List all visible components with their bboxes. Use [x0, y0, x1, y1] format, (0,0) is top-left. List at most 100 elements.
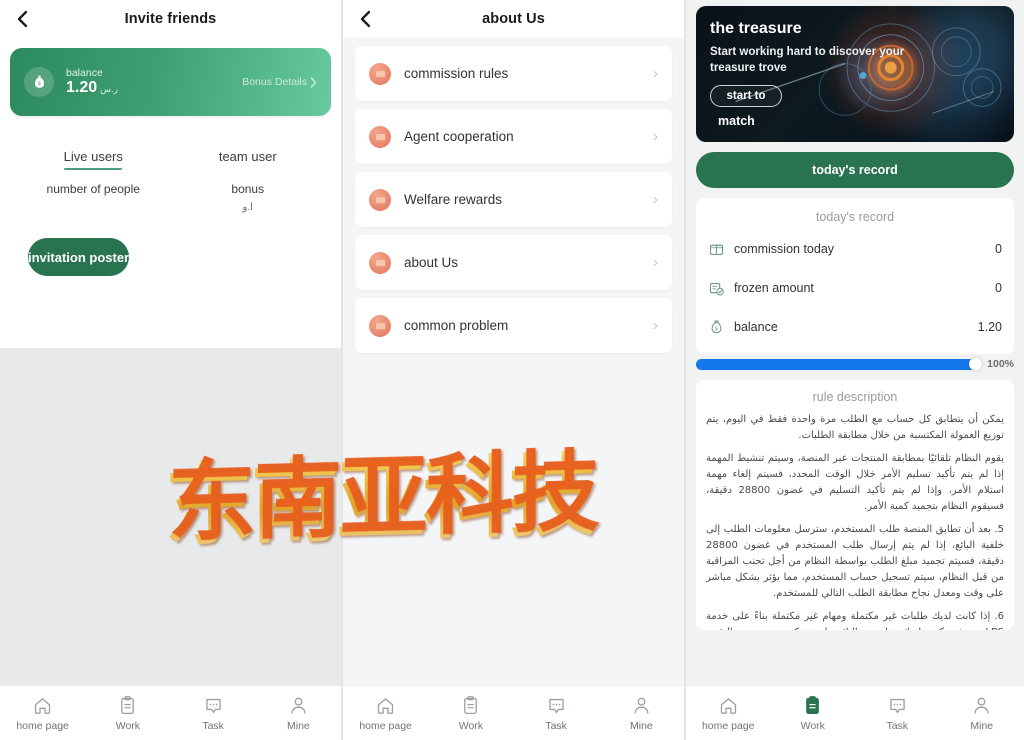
menu-item-welfare-rewards[interactable]: Welfare rewards › — [355, 172, 672, 227]
chevron-left-icon — [360, 10, 371, 28]
nav-item-mine[interactable]: Mine — [599, 695, 684, 732]
nav-label-home-page: home page — [359, 719, 412, 732]
money-bag-icon: $ — [24, 67, 54, 97]
chevron-right-icon: › — [653, 128, 658, 145]
record-row-balance: $ balance 1.20 — [708, 314, 1002, 340]
nav-item-work[interactable]: Work — [85, 695, 170, 732]
record-card-title: today's record — [815, 210, 895, 224]
person-icon — [634, 697, 649, 714]
home-icon — [377, 697, 394, 714]
nav-label-mine: Mine — [970, 719, 994, 732]
person-icon — [974, 697, 989, 714]
chevron-right-icon: › — [653, 317, 658, 334]
menu-item-commission-rules[interactable]: commission rules › — [355, 46, 672, 101]
clipboard-icon — [806, 695, 820, 714]
nav-item-work-active[interactable]: Work — [771, 695, 856, 732]
right-bottom-nav: home page Work Task Mine — [686, 685, 1024, 740]
stat-value-team-user: ا.و — [242, 202, 253, 213]
nav-label-task: Task — [545, 719, 567, 732]
nav-item-home-page[interactable]: home page — [686, 695, 771, 732]
mid-topbar: about Us — [343, 0, 684, 38]
record-row-commission-today: commission today 0 — [708, 236, 1002, 262]
rule-paragraph: 5. بعد أن تطابق المنصة طلب المستخدم، ستر… — [706, 524, 1004, 599]
svg-text:$: $ — [37, 80, 40, 86]
treasure-banner[interactable]: the treasure Start working hard to disco… — [696, 6, 1014, 142]
stat-column-live-users: Live users number of people — [16, 148, 171, 214]
rule-description-text: يمكن أن يتطابق كل حساب مع الطلب مرة واحد… — [706, 412, 1004, 630]
nav-label-work: Work — [458, 719, 484, 732]
todays-record-button[interactable]: today's record — [696, 152, 1014, 188]
nav-label-home-page: home page — [16, 719, 69, 732]
progress-fill — [696, 358, 981, 370]
rule-description-card: rule description يمكن أن يتطابق كل حساب … — [696, 380, 1014, 630]
person-icon — [291, 697, 306, 714]
tab-live-users[interactable]: Live users — [64, 149, 123, 170]
back-button[interactable] — [12, 8, 34, 30]
menu-item-agent-cooperation[interactable]: Agent cooperation › — [355, 109, 672, 164]
nav-label-home-page: home page — [701, 719, 755, 732]
record-value: 0 — [995, 281, 1002, 295]
stat-value-live-users — [16, 202, 171, 214]
match-label: match — [718, 114, 755, 129]
svg-text:$: $ — [715, 326, 718, 332]
stat-sub-team-user: bonus — [231, 182, 265, 196]
left-content: $ balance 1.20 ر.س Bonus Details Live us… — [0, 38, 341, 685]
card-orange-icon — [369, 251, 391, 274]
start-to-button[interactable]: start to — [710, 85, 782, 108]
treasure-title: the treasure — [710, 20, 802, 37]
nav-item-task[interactable]: Task — [855, 695, 940, 732]
chat-bubble-icon — [890, 698, 905, 713]
menu-label: about Us — [404, 255, 459, 270]
clipboard-icon — [121, 695, 135, 714]
wallet-icon — [708, 241, 725, 258]
record-label: frozen amount — [734, 281, 814, 295]
balance-label: balance — [66, 66, 103, 79]
nav-item-mine[interactable]: Mine — [940, 695, 1024, 732]
chat-bubble-icon — [205, 698, 221, 713]
menu-item-common-problem[interactable]: common problem › — [355, 298, 672, 353]
nav-item-home-page[interactable]: home page — [343, 695, 428, 732]
stats-tabs-row: Live users number of people team user bo… — [0, 148, 341, 214]
screenshot-stage: Invite friends $ balance 1.20 ر.س Bonus … — [0, 0, 1024, 740]
record-value: 0 — [995, 242, 1002, 256]
nav-item-mine[interactable]: Mine — [256, 695, 341, 732]
menu-item-about-us[interactable]: about Us › — [355, 235, 672, 290]
rule-paragraph: يقوم النظام تلقائيًا بمطابقة المنتجات عب… — [706, 453, 1005, 512]
mid-bottom-nav: home page Work Task Mine — [343, 685, 684, 740]
tab-team-user[interactable]: team user — [219, 149, 277, 170]
record-label: commission today — [734, 242, 835, 256]
rule-description-title: rule description — [812, 390, 898, 404]
progress-row: 100% — [696, 357, 1014, 371]
progress-bar[interactable] — [696, 357, 983, 371]
about-us-menu-list: commission rules › Agent cooperation › W… — [343, 38, 684, 685]
panel-invite-friends: Invite friends $ balance 1.20 ر.س Bonus … — [0, 0, 341, 740]
page-title-mid: about Us — [482, 11, 545, 27]
progress-percent-label: 100% — [987, 358, 1014, 370]
balance-card[interactable]: $ balance 1.20 ر.س Bonus Details — [10, 48, 331, 116]
nav-item-home-page[interactable]: home page — [0, 695, 85, 732]
left-background-filler — [0, 348, 341, 685]
menu-label: common problem — [404, 318, 509, 333]
treasure-subtitle: Start working hard to discover your trea… — [710, 46, 905, 74]
bonus-details-label: Bonus Details — [242, 76, 307, 88]
balance-texts: balance 1.20 ر.س — [66, 67, 118, 97]
menu-label: Welfare rewards — [404, 192, 503, 207]
nav-item-task[interactable]: Task — [514, 695, 599, 732]
chevron-right-icon — [310, 76, 317, 88]
left-bottom-nav: home page Work Task Mine — [0, 685, 341, 740]
money-bag-icon: $ — [708, 319, 725, 336]
balance-amount-wrap: 1.20 ر.س — [66, 79, 118, 97]
progress-thumb[interactable] — [969, 357, 983, 371]
bonus-details-link[interactable]: Bonus Details — [242, 76, 317, 88]
nav-label-work: Work — [800, 719, 825, 732]
menu-label: Agent cooperation — [404, 129, 514, 144]
nav-item-work[interactable]: Work — [428, 695, 513, 732]
nav-item-task[interactable]: Task — [171, 695, 256, 732]
invitation-poster-button[interactable]: invitation poster — [28, 238, 130, 276]
record-label: balance — [734, 320, 778, 334]
back-button-mid[interactable] — [355, 8, 377, 30]
stat-column-team-user: team user bonus ا.و — [171, 148, 326, 214]
panel-treasure-record: the treasure Start working hard to disco… — [684, 0, 1024, 740]
panel-about-us: about Us commission rules › Agent cooper… — [341, 0, 684, 740]
nav-label-task: Task — [886, 719, 909, 732]
